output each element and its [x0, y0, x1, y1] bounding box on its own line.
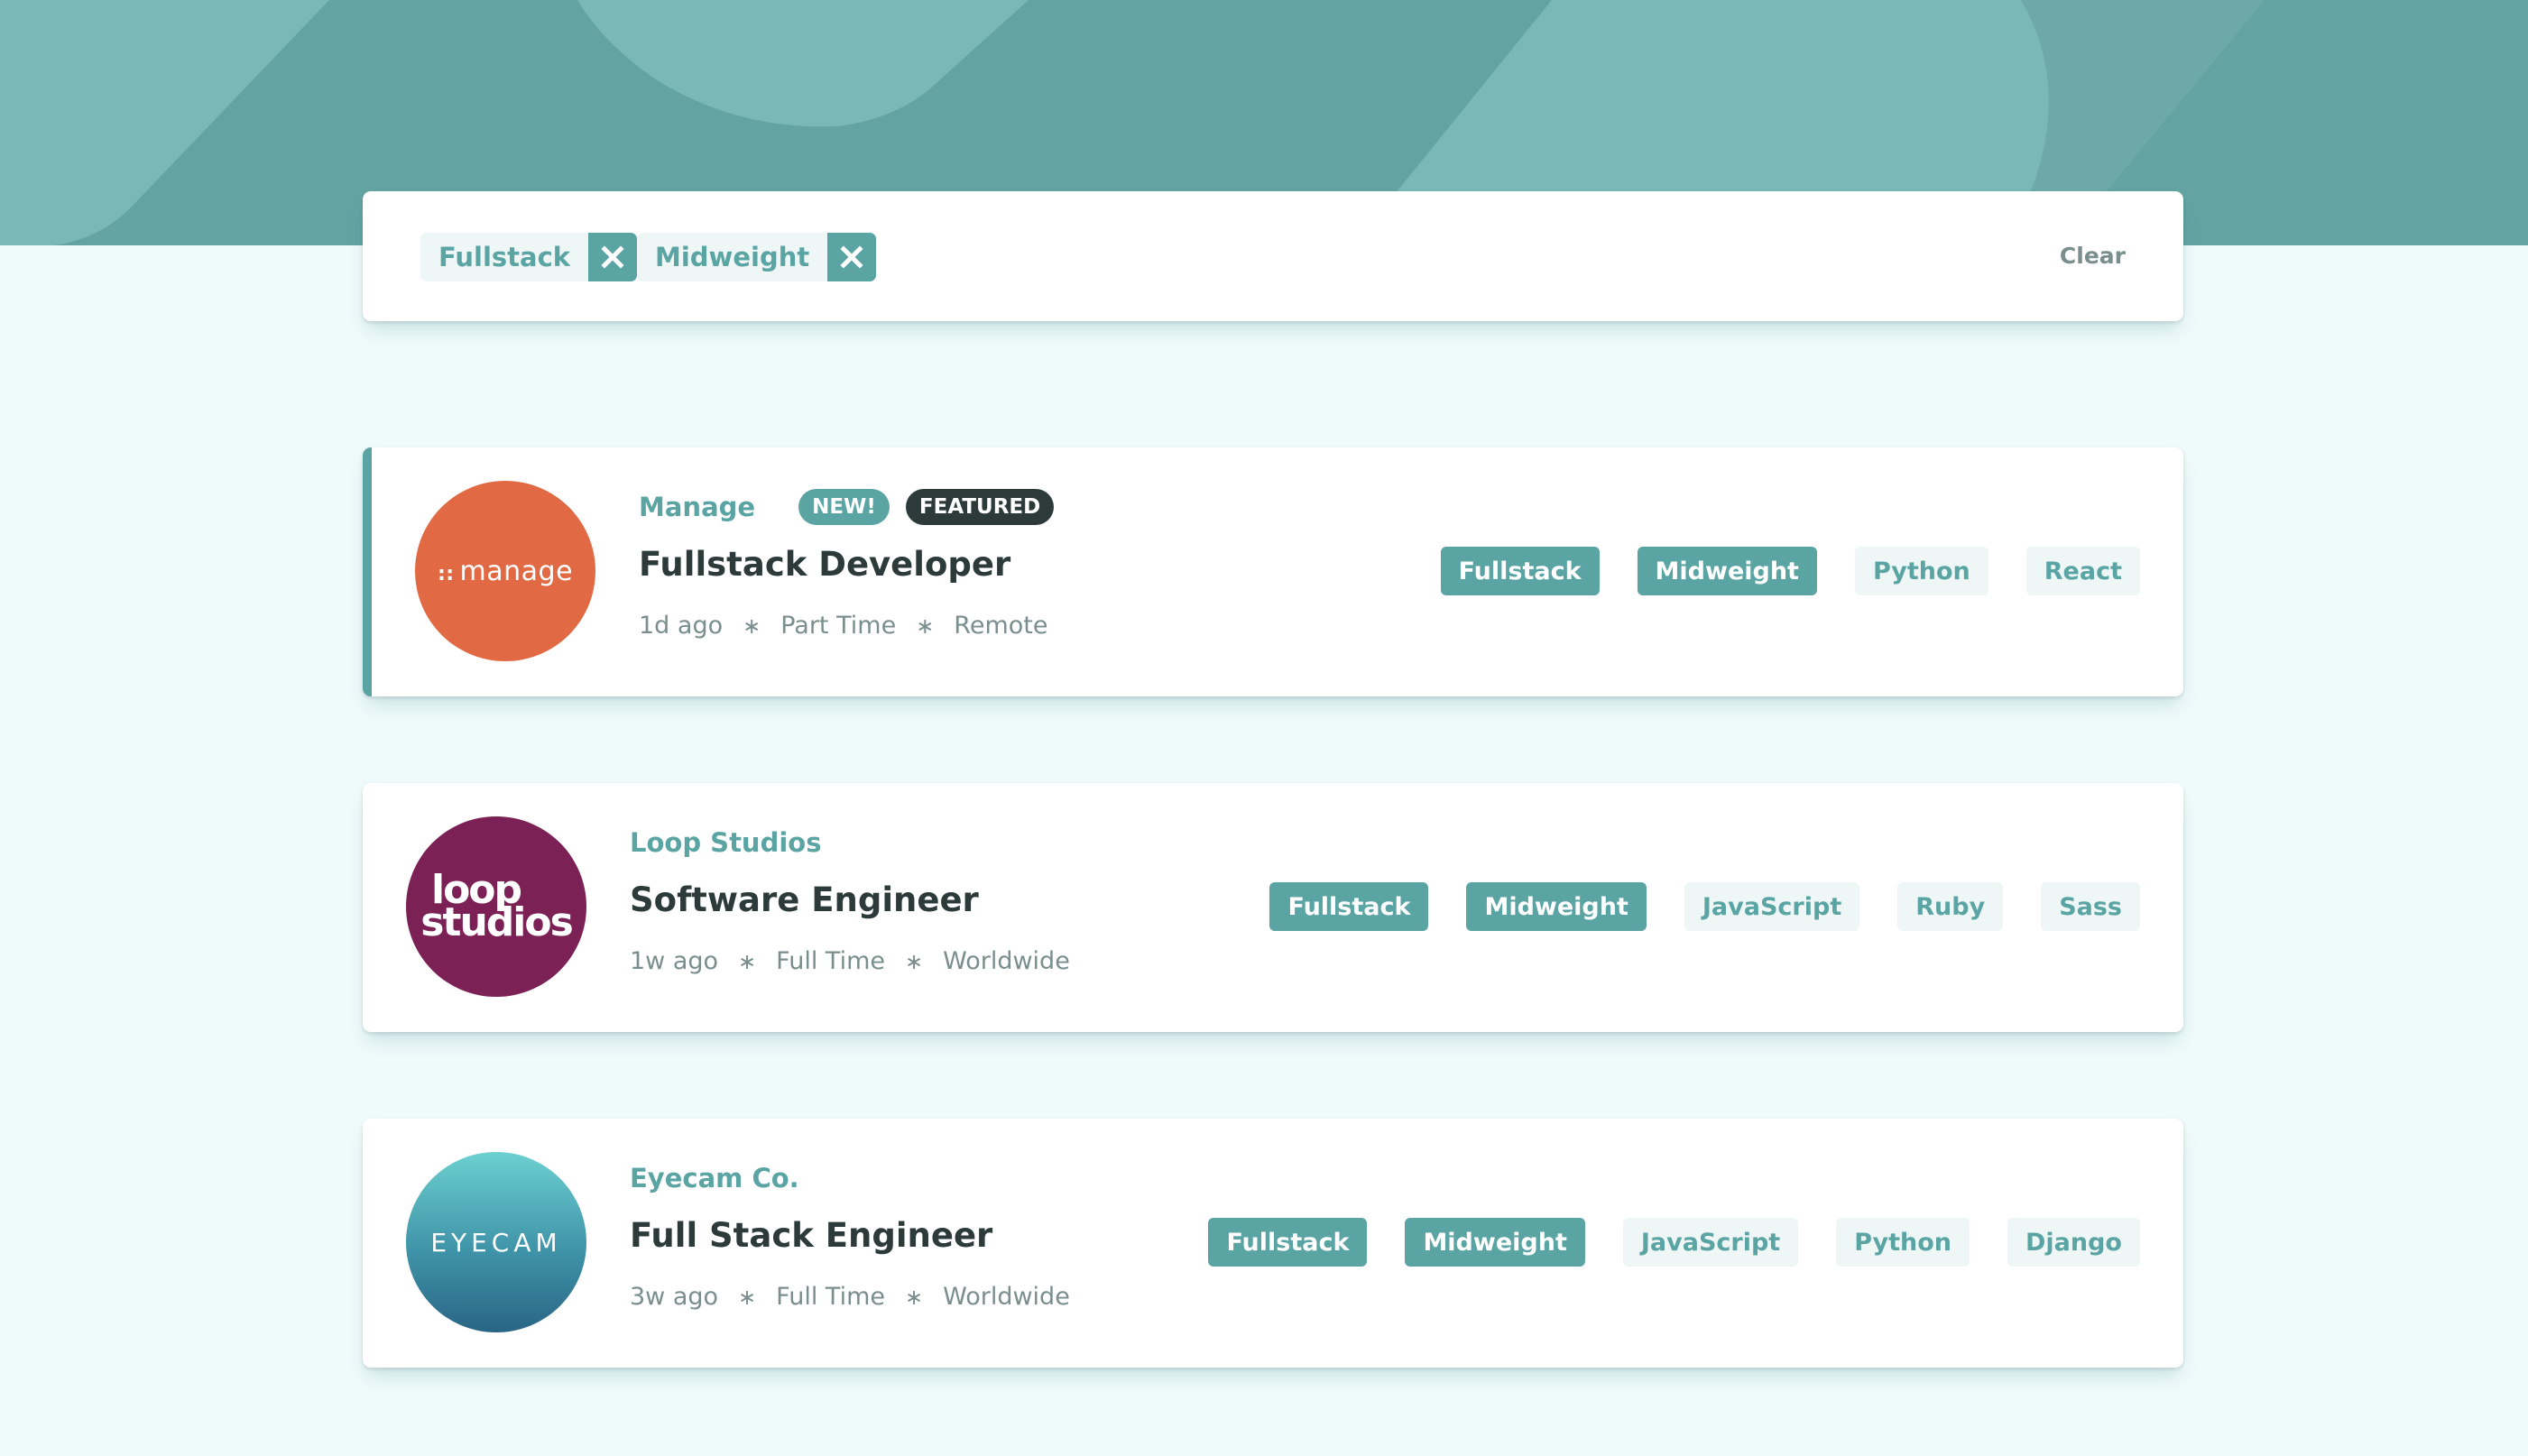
separator: ∗	[743, 613, 761, 639]
tag-javascript[interactable]: JavaScript	[1684, 882, 1860, 931]
logo-text: manage	[459, 555, 574, 587]
tag-fullstack[interactable]: Fullstack	[1208, 1218, 1368, 1267]
separator: ∗	[916, 613, 935, 639]
filter-chip-label: Midweight	[655, 242, 810, 272]
tag-midweight[interactable]: Midweight	[1405, 1218, 1585, 1267]
separator: ∗	[904, 948, 924, 974]
company-name: Manage	[639, 492, 756, 522]
job-meta: 1w ago ∗ Full Time ∗ Worldwide	[630, 947, 1070, 975]
company-logo-loop-studios: loop studios	[406, 816, 586, 997]
separator: ∗	[738, 948, 757, 974]
location: Worldwide	[943, 947, 1070, 975]
job-tags: Fullstack Midweight JavaScript Ruby Sass	[1269, 882, 2140, 931]
job-title[interactable]: Fullstack Developer	[639, 545, 1010, 584]
filter-chip-midweight: Midweight	[637, 233, 877, 281]
location: Remote	[954, 612, 1048, 640]
job-tags: Fullstack Midweight JavaScript Python Dj…	[1208, 1218, 2140, 1267]
job-meta: 3w ago ∗ Full Time ∗ Worldwide	[630, 1283, 1070, 1311]
tag-javascript[interactable]: JavaScript	[1622, 1218, 1799, 1267]
contract-type: Full Time	[776, 1283, 885, 1311]
company-logo-eyecam: EYECAM	[406, 1152, 586, 1332]
logo-text: EYECAM	[430, 1227, 562, 1258]
close-icon	[601, 245, 624, 269]
featured-badge: FEATURED	[905, 489, 1055, 525]
company-row: Eyecam Co.	[630, 1158, 799, 1198]
filter-chip-fullstack: Fullstack	[420, 233, 638, 281]
job-title[interactable]: Software Engineer	[630, 880, 979, 919]
tag-midweight[interactable]: Midweight	[1637, 547, 1817, 595]
company-name: Eyecam Co.	[630, 1163, 799, 1193]
location: Worldwide	[943, 1283, 1070, 1311]
separator: ∗	[738, 1284, 757, 1310]
company-row: Manage NEW! FEATURED	[639, 487, 1055, 527]
tag-midweight[interactable]: Midweight	[1466, 882, 1647, 931]
company-row: Loop Studios	[630, 823, 821, 862]
posted-at: 1d ago	[639, 612, 724, 640]
remove-filter-button[interactable]	[588, 233, 638, 281]
tag-python[interactable]: Python	[1854, 547, 1988, 595]
job-card-eyecam: EYECAM Eyecam Co. Full Stack Engineer 3w…	[363, 1119, 2183, 1368]
logo-prefix: ::	[437, 562, 455, 585]
job-card-manage: :: manage Manage NEW! FEATURED Fullstack …	[363, 447, 2183, 696]
clear-filters-button[interactable]: Clear	[2060, 236, 2126, 276]
contract-type: Part Time	[780, 612, 897, 640]
posted-at: 1w ago	[630, 947, 719, 975]
filter-bar: Fullstack Midweight Clear	[363, 191, 2183, 321]
tag-sass[interactable]: Sass	[2041, 882, 2140, 931]
close-icon	[840, 245, 863, 269]
job-card-loop-studios: loop studios Loop Studios Software Engin…	[363, 783, 2183, 1032]
filter-chip-label: Fullstack	[438, 242, 571, 272]
tag-fullstack[interactable]: Fullstack	[1440, 547, 1600, 595]
job-meta: 1d ago ∗ Part Time ∗ Remote	[639, 612, 1047, 640]
posted-at: 3w ago	[630, 1283, 719, 1311]
company-name: Loop Studios	[630, 827, 822, 858]
tag-fullstack[interactable]: Fullstack	[1269, 882, 1429, 931]
company-logo-manage: :: manage	[415, 481, 595, 661]
tag-django[interactable]: Django	[2007, 1218, 2140, 1267]
remove-filter-button[interactable]	[827, 233, 877, 281]
contract-type: Full Time	[776, 947, 885, 975]
new-badge: NEW!	[798, 489, 890, 525]
job-tags: Fullstack Midweight Python React	[1440, 547, 2140, 595]
tag-ruby[interactable]: Ruby	[1897, 882, 2004, 931]
tag-react[interactable]: React	[2025, 547, 2140, 595]
logo-text: studios	[420, 899, 574, 945]
separator: ∗	[904, 1284, 924, 1310]
job-title[interactable]: Full Stack Engineer	[630, 1216, 992, 1255]
tag-python[interactable]: Python	[1836, 1218, 1970, 1267]
